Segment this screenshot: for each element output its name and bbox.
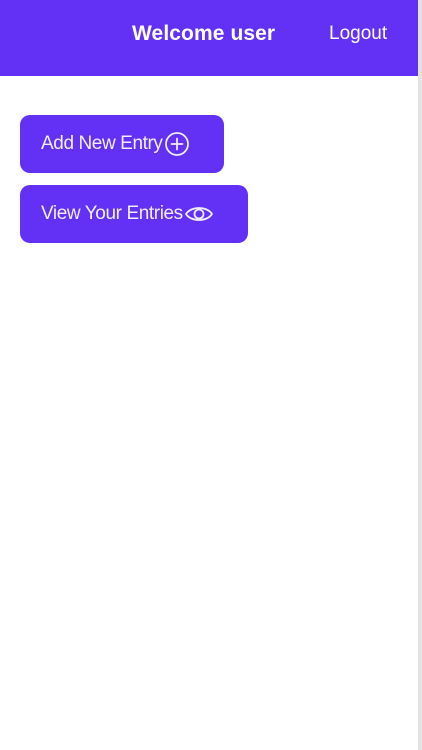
logout-link[interactable]: Logout (329, 23, 387, 45)
plus-circle-icon (164, 131, 190, 157)
add-new-entry-button[interactable]: Add New Entry (20, 115, 224, 173)
view-your-entries-button[interactable]: View Your Entries (20, 185, 248, 243)
app-page: Welcome user Logout Add New Entry View Y… (0, 0, 422, 750)
eye-icon (184, 203, 214, 225)
view-your-entries-label: View Your Entries (41, 203, 183, 224)
add-new-entry-label: Add New Entry (41, 133, 163, 154)
scrollbar-track[interactable] (418, 0, 422, 750)
top-navigation-bar: Welcome user Logout (0, 0, 418, 76)
welcome-message: Welcome user (132, 22, 276, 45)
